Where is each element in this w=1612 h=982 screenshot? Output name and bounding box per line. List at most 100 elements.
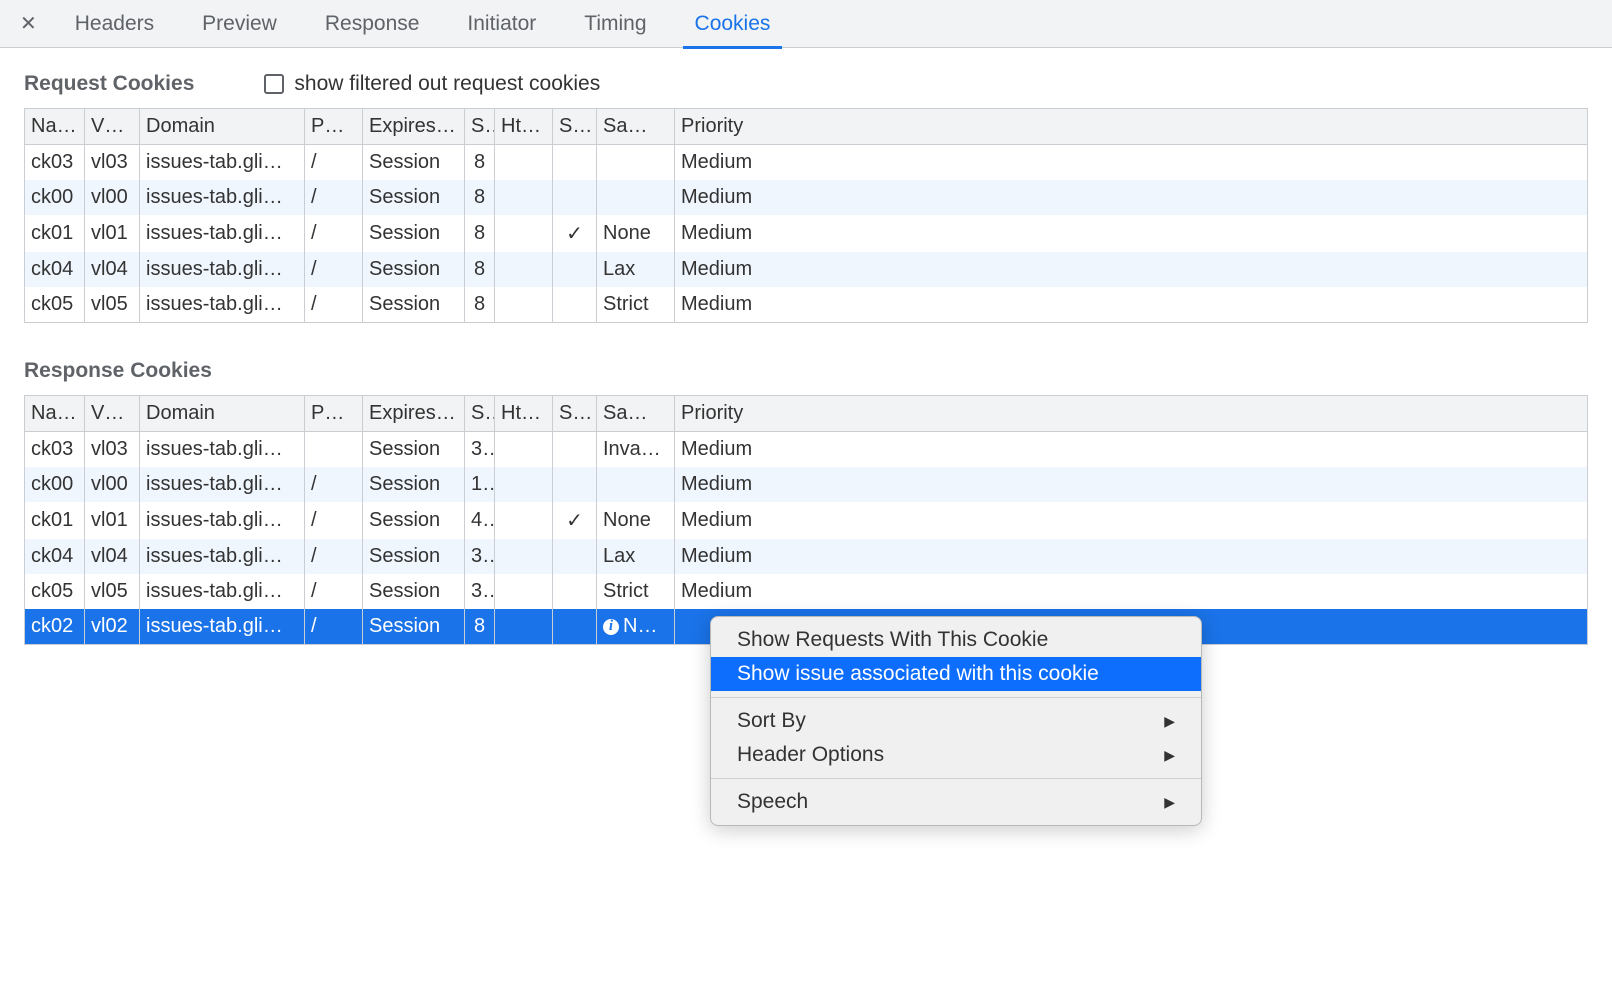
- table-cell: Session: [363, 609, 465, 645]
- table-cell: vl00: [85, 180, 140, 215]
- table-header-row: Na… V… Domain P… Expires… S. Ht… S… Sa… …: [25, 396, 1588, 432]
- col-header-secure[interactable]: S…: [553, 109, 597, 145]
- menu-show-requests[interactable]: Show Requests With This Cookie: [711, 623, 1201, 657]
- table-cell: [495, 502, 553, 539]
- table-cell: Medium: [675, 215, 1588, 252]
- table-cell: issues-tab.gli…: [140, 539, 305, 574]
- table-cell: /: [305, 145, 363, 181]
- col-header-value[interactable]: V…: [85, 109, 140, 145]
- table-cell: [495, 609, 553, 645]
- table-cell: [495, 574, 553, 609]
- close-icon[interactable]: ✕: [10, 11, 51, 36]
- table-cell: /: [305, 574, 363, 609]
- filter-checkbox-wrap[interactable]: show filtered out request cookies: [264, 72, 600, 96]
- tab-cookies[interactable]: Cookies: [671, 0, 795, 48]
- table-cell: Medium: [675, 145, 1588, 181]
- table-cell: 8: [465, 287, 495, 323]
- table-row[interactable]: ck00vl00issues-tab.gli…/Session1..Medium: [25, 467, 1588, 502]
- table-cell: issues-tab.gli…: [140, 609, 305, 645]
- table-row[interactable]: ck04vl04issues-tab.gli…/Session3..LaxMed…: [25, 539, 1588, 574]
- col-header-size[interactable]: S.: [465, 396, 495, 432]
- table-cell: [597, 145, 675, 181]
- tab-response[interactable]: Response: [301, 0, 444, 48]
- table-cell: [553, 145, 597, 181]
- context-menu: Show Requests With This Cookie Show issu…: [710, 616, 1202, 826]
- col-header-http[interactable]: Ht…: [495, 396, 553, 432]
- table-cell: 3..: [465, 574, 495, 609]
- table-cell: Lax: [597, 539, 675, 574]
- table-cell: /: [305, 609, 363, 645]
- table-cell: /: [305, 539, 363, 574]
- table-row[interactable]: ck05vl05issues-tab.gli…/Session3..Strict…: [25, 574, 1588, 609]
- col-header-domain[interactable]: Domain: [140, 109, 305, 145]
- table-cell: Medium: [675, 432, 1588, 468]
- table-cell: vl05: [85, 574, 140, 609]
- col-header-path[interactable]: P…: [305, 396, 363, 432]
- request-cookies-table: Na… V… Domain P… Expires… S. Ht… S… Sa… …: [24, 108, 1588, 323]
- col-header-samesite[interactable]: Sa…: [597, 109, 675, 145]
- col-header-domain[interactable]: Domain: [140, 396, 305, 432]
- tab-timing[interactable]: Timing: [560, 0, 670, 48]
- table-cell: [597, 467, 675, 502]
- table-header-row: Na… V… Domain P… Expires… S. Ht… S… Sa… …: [25, 109, 1588, 145]
- table-cell: [597, 180, 675, 215]
- col-header-secure[interactable]: S…: [553, 396, 597, 432]
- table-cell: vl03: [85, 145, 140, 181]
- table-cell: 8: [465, 180, 495, 215]
- menu-speech[interactable]: Speech ▶: [711, 785, 1201, 819]
- menu-show-issue[interactable]: Show issue associated with this cookie: [711, 657, 1201, 691]
- table-cell: ck01: [25, 215, 85, 252]
- table-cell: [495, 145, 553, 181]
- col-header-value[interactable]: V…: [85, 396, 140, 432]
- col-header-samesite[interactable]: Sa…: [597, 396, 675, 432]
- table-cell: issues-tab.gli…: [140, 467, 305, 502]
- table-cell: [553, 574, 597, 609]
- table-row[interactable]: ck03vl03issues-tab.gli…/Session8Medium: [25, 145, 1588, 181]
- col-header-size[interactable]: S.: [465, 109, 495, 145]
- table-cell: Medium: [675, 502, 1588, 539]
- filter-checkbox[interactable]: [264, 74, 284, 94]
- table-cell: Session: [363, 287, 465, 323]
- table-cell: Session: [363, 432, 465, 468]
- col-header-name[interactable]: Na…: [25, 396, 85, 432]
- col-header-http[interactable]: Ht…: [495, 109, 553, 145]
- tab-preview[interactable]: Preview: [178, 0, 301, 48]
- table-cell: ck00: [25, 467, 85, 502]
- table-cell: vl02: [85, 609, 140, 645]
- table-row[interactable]: ck01vl01issues-tab.gli…/Session8✓NoneMed…: [25, 215, 1588, 252]
- table-cell: /: [305, 502, 363, 539]
- table-cell: Medium: [675, 467, 1588, 502]
- network-panel-tab-bar: ✕ Headers Preview Response Initiator Tim…: [0, 0, 1612, 48]
- table-cell: Session: [363, 180, 465, 215]
- table-cell: [495, 180, 553, 215]
- menu-item-label: Show issue associated with this cookie: [737, 662, 1099, 686]
- menu-header-options[interactable]: Header Options ▶: [711, 738, 1201, 772]
- table-cell: Strict: [597, 287, 675, 323]
- table-cell: Session: [363, 252, 465, 287]
- table-row[interactable]: ck00vl00issues-tab.gli…/Session8Medium: [25, 180, 1588, 215]
- col-header-path[interactable]: P…: [305, 109, 363, 145]
- table-cell: issues-tab.gli…: [140, 215, 305, 252]
- table-row[interactable]: ck03vl03issues-tab.gli…Session3..Inva…Me…: [25, 432, 1588, 468]
- tab-initiator[interactable]: Initiator: [443, 0, 560, 48]
- table-cell: ck05: [25, 287, 85, 323]
- table-cell: [553, 609, 597, 645]
- table-cell: [495, 539, 553, 574]
- chevron-right-icon: ▶: [1164, 747, 1175, 764]
- chevron-right-icon: ▶: [1164, 794, 1175, 811]
- table-row[interactable]: ck01vl01issues-tab.gli…/Session4..✓NoneM…: [25, 502, 1588, 539]
- table-row[interactable]: ck05vl05issues-tab.gli…/Session8StrictMe…: [25, 287, 1588, 323]
- col-header-priority[interactable]: Priority: [675, 396, 1588, 432]
- menu-sort-by[interactable]: Sort By ▶: [711, 704, 1201, 738]
- table-cell: 8: [465, 609, 495, 645]
- col-header-name[interactable]: Na…: [25, 109, 85, 145]
- col-header-priority[interactable]: Priority: [675, 109, 1588, 145]
- table-cell: [495, 432, 553, 468]
- menu-item-label: Show Requests With This Cookie: [737, 628, 1048, 652]
- tab-headers[interactable]: Headers: [51, 0, 178, 48]
- table-cell: issues-tab.gli…: [140, 180, 305, 215]
- table-cell: [495, 215, 553, 252]
- col-header-expires[interactable]: Expires…: [363, 396, 465, 432]
- table-row[interactable]: ck04vl04issues-tab.gli…/Session8LaxMediu…: [25, 252, 1588, 287]
- col-header-expires[interactable]: Expires…: [363, 109, 465, 145]
